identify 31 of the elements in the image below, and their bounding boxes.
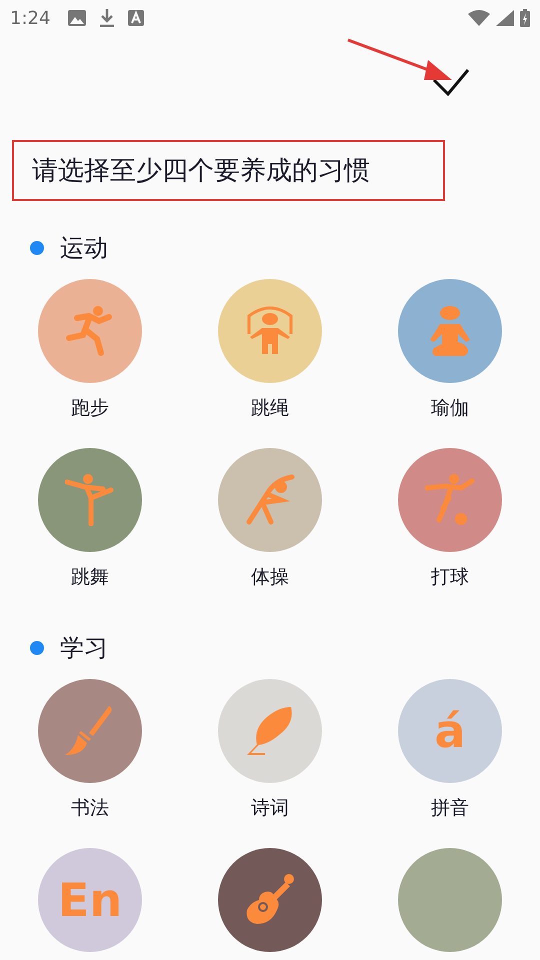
habit-label: 跳绳: [251, 396, 289, 421]
wifi-icon: [468, 10, 490, 26]
battery-charging-icon: [520, 9, 530, 27]
habit-label: 诗词: [251, 796, 289, 821]
page-title: 请选择至少四个要养成的习惯: [12, 140, 445, 201]
jump-rope-icon: [246, 306, 294, 356]
signal-icon: [496, 10, 514, 26]
section-dot-icon: [30, 641, 44, 655]
habit-button[interactable]: á: [398, 679, 502, 783]
download-icon: [100, 9, 114, 27]
habit-label: 跑步: [71, 396, 109, 421]
section-dot-icon: [30, 241, 44, 255]
feather-icon: [245, 705, 295, 757]
habit-label: 瑜伽: [431, 396, 469, 421]
habit-label: 体操: [251, 565, 289, 590]
section-title: 运动: [60, 233, 108, 264]
habit-button[interactable]: En: [38, 848, 142, 952]
football-player-icon: [425, 474, 475, 526]
habit-label: 拼音: [431, 796, 469, 821]
habit-label: 打球: [431, 565, 469, 590]
habit-label: 跳舞: [71, 565, 109, 590]
confirm-check-icon[interactable]: [432, 66, 470, 96]
status-time: 1:24: [10, 8, 50, 28]
section-title: 学习: [60, 633, 108, 664]
image-icon: [68, 10, 86, 26]
dancer-icon: [65, 474, 115, 526]
runner-icon: [65, 305, 115, 357]
stretching-figure-icon: [245, 474, 295, 526]
guitar-icon: [245, 874, 295, 926]
text-app-icon: [128, 10, 144, 26]
habit-label: 书法: [71, 796, 109, 821]
